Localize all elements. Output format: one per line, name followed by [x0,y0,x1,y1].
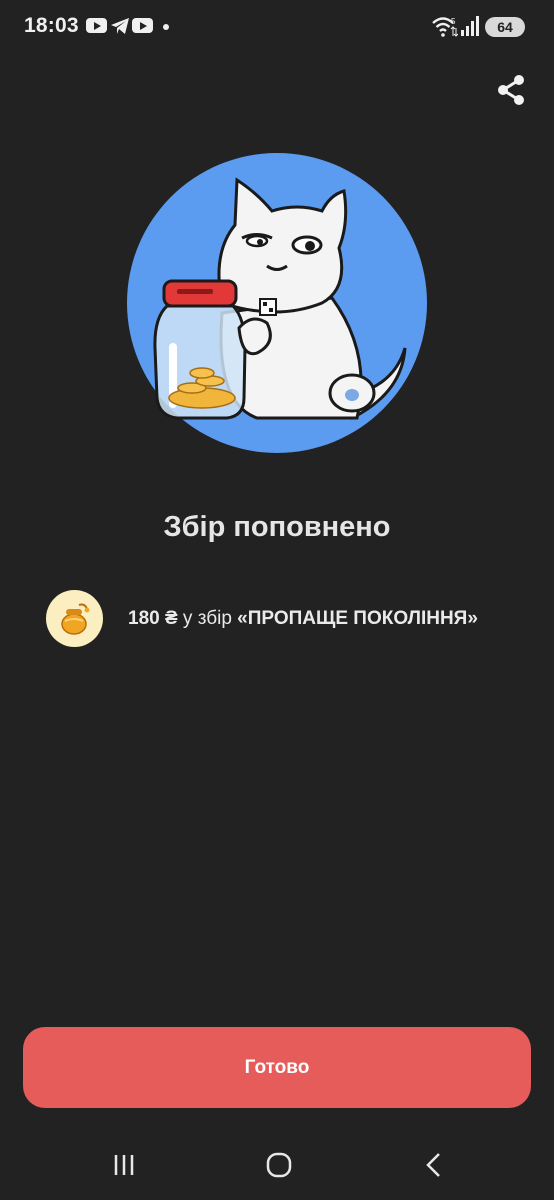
wifi-icon: 5 [432,16,459,43]
donation-prefix: у збір [177,607,238,629]
battery-level: 64 [497,19,513,35]
system-nav-bar [0,1130,554,1200]
battery-icon: 64 [485,17,525,37]
honey-jar-icon [46,590,103,647]
youtube-icon [132,18,153,33]
share-button[interactable] [493,72,529,108]
status-time: 18:03 [24,14,79,37]
telegram-icon [110,17,130,40]
cat-with-jar-illustration [127,153,427,453]
screen: 18:03 5 64 Збір поповнено 180 ₴ у збір «… [0,0,554,1200]
youtube-icon [86,18,107,33]
share-icon [498,75,524,105]
signal-icon [461,16,479,41]
home-button[interactable] [259,1150,299,1180]
home-icon [266,1152,292,1178]
donation-info: 180 ₴ у збір «ПРОПАЩЕ ПОКОЛІННЯ» [46,590,478,647]
donation-text: 180 ₴ у збір «ПРОПАЩЕ ПОКОЛІННЯ» [128,608,478,630]
back-button[interactable] [414,1150,454,1180]
status-bar: 18:03 5 64 [0,0,554,56]
recents-button[interactable] [104,1150,144,1180]
page-title: Збір поповнено [163,511,391,543]
jar-name: «ПРОПАЩЕ ПОКОЛІННЯ» [237,607,478,629]
back-icon [426,1153,440,1177]
donation-amount: 180 ₴ [128,607,178,629]
done-button[interactable]: Готово [23,1027,531,1108]
svg-text:5: 5 [451,17,456,26]
notification-dot [163,24,169,30]
recents-icon [114,1155,134,1175]
